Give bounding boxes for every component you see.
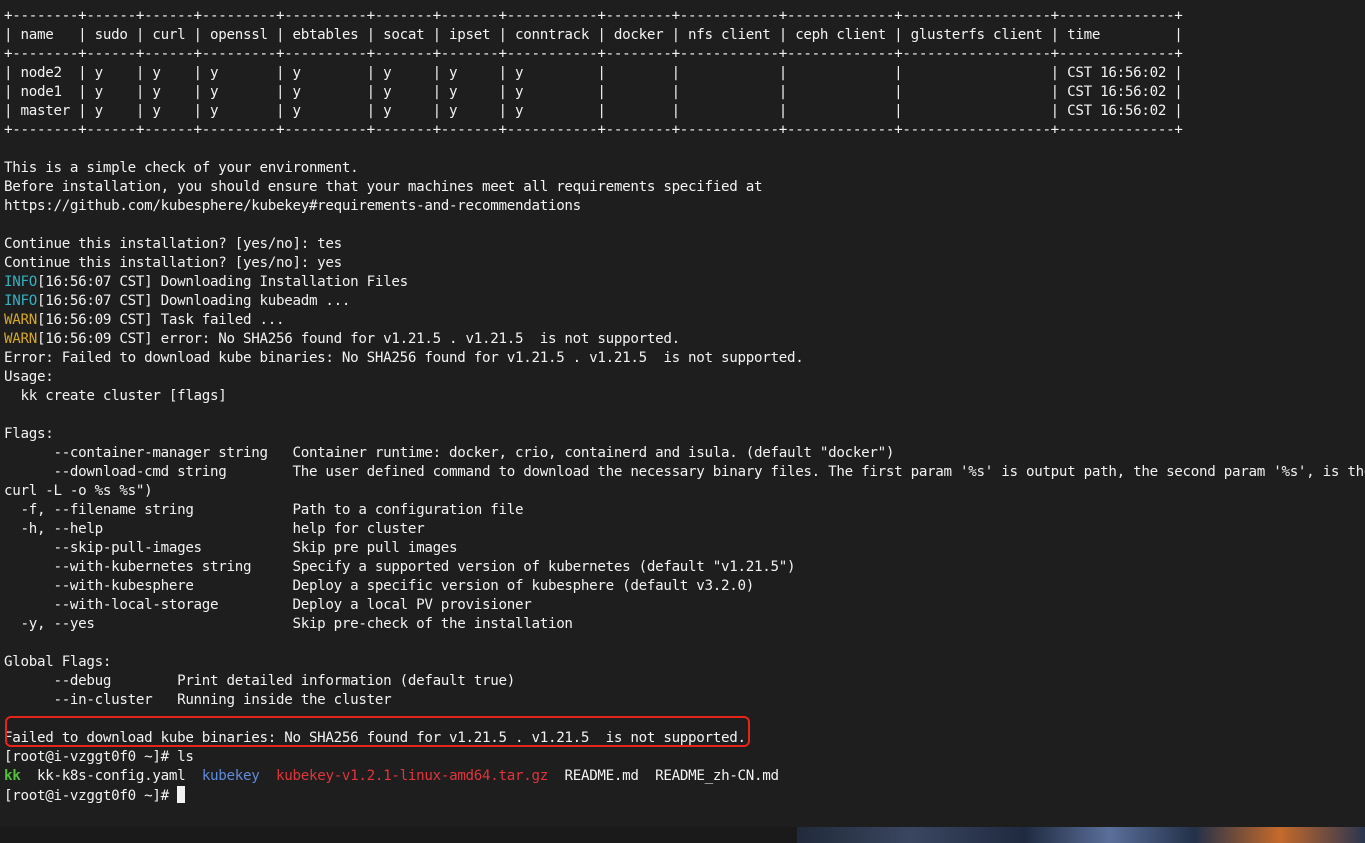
- file-entry[interactable]: kk: [4, 768, 21, 784]
- file-entry[interactable]: kk-k8s-config.yaml: [37, 768, 186, 784]
- output-line: --download-cmd string The user defined c…: [4, 463, 1365, 482]
- output-line: Error: Failed to download kube binaries:…: [4, 349, 1365, 368]
- output-text: Before installation, you should ensure t…: [4, 179, 763, 195]
- output-text: --download-cmd string The user defined c…: [4, 464, 1365, 480]
- log-level-tag: WARN: [4, 312, 37, 328]
- output-text: Flags:: [4, 426, 54, 442]
- prompt-line: [root@i-vzggt0f0 ~]# ls: [4, 748, 1365, 767]
- output-line: --debug Print detailed information (defa…: [4, 672, 1365, 691]
- output-line: This is a simple check of your environme…: [4, 159, 1365, 178]
- output-line: | master | y | y | y | y | y | y | y | |…: [4, 102, 1365, 121]
- output-line: --skip-pull-images Skip pre pull images: [4, 539, 1365, 558]
- output-line: https://github.com/kubesphere/kubekey#re…: [4, 197, 1365, 216]
- shell-prompt: [root@i-vzggt0f0 ~]#: [4, 788, 178, 804]
- wallpaper-image: [797, 827, 1365, 843]
- output-line: -f, --filename string Path to a configur…: [4, 501, 1365, 520]
- output-text: curl -L -o %s %s"): [4, 483, 153, 499]
- text-cursor: [177, 786, 186, 803]
- terminal-output: +--------+------+------+---------+------…: [4, 7, 1365, 805]
- output-text: --skip-pull-images Skip pre pull images: [4, 540, 458, 556]
- output-line: -h, --help help for cluster: [4, 520, 1365, 539]
- output-line: -y, --yes Skip pre-check of the installa…: [4, 615, 1365, 634]
- output-line: kk create cluster [flags]: [4, 387, 1365, 406]
- file-entry[interactable]: README_zh-CN.md: [655, 768, 779, 784]
- output-text: --with-local-storage Deploy a local PV p…: [4, 597, 532, 613]
- log-line: WARN[16:56:09 CST] error: No SHA256 foun…: [4, 330, 1365, 349]
- output-line: Usage:: [4, 368, 1365, 387]
- output-text: | master | y | y | y | y | y | y | y | |…: [4, 103, 1183, 119]
- output-text: +--------+------+------+---------+------…: [4, 122, 1183, 138]
- output-text: https://github.com/kubesphere/kubekey#re…: [4, 198, 581, 214]
- output-line: Global Flags:: [4, 653, 1365, 672]
- output-text: Continue this installation? [yes/no]: te…: [4, 236, 342, 252]
- log-message: [16:56:09 CST] error: No SHA256 found fo…: [36, 331, 680, 347]
- output-text: | node1 | y | y | y | y | y | y | y | | …: [4, 84, 1183, 100]
- log-message: [16:56:07 CST] Downloading Installation …: [36, 274, 408, 290]
- output-text: | node2 | y | y | y | y | y | y | y | | …: [4, 65, 1183, 81]
- desktop-background: [0, 827, 1365, 843]
- output-line: --in-cluster Running inside the cluster: [4, 691, 1365, 710]
- output-text: +--------+------+------+---------+------…: [4, 8, 1183, 24]
- output-line: --container-manager string Container run…: [4, 444, 1365, 463]
- log-level-tag: INFO: [4, 274, 37, 290]
- output-line: | node2 | y | y | y | y | y | y | y | | …: [4, 64, 1365, 83]
- log-line: WARN[16:56:09 CST] Task failed ...: [4, 311, 1365, 330]
- output-text: Continue this installation? [yes/no]: ye…: [4, 255, 342, 271]
- output-line: Continue this installation? [yes/no]: ye…: [4, 254, 1365, 273]
- output-text: --container-manager string Container run…: [4, 445, 895, 461]
- output-text: Error: Failed to download kube binaries:…: [4, 350, 804, 366]
- output-text: --in-cluster Running inside the cluster: [4, 692, 392, 708]
- file-entry[interactable]: kubekey: [202, 768, 260, 784]
- output-line: Before installation, you should ensure t…: [4, 178, 1365, 197]
- output-line: Continue this installation? [yes/no]: te…: [4, 235, 1365, 254]
- output-text: | name | sudo | curl | openssl | ebtable…: [4, 27, 1183, 43]
- file-entry[interactable]: kubekey-v1.2.1-linux-amd64.tar.gz: [276, 768, 548, 784]
- output-text: --with-kubernetes string Specify a suppo…: [4, 559, 796, 575]
- output-line: +--------+------+------+---------+------…: [4, 7, 1365, 26]
- output-line: | name | sudo | curl | openssl | ebtable…: [4, 26, 1365, 45]
- prompt-line: [root@i-vzggt0f0 ~]#: [4, 786, 1365, 805]
- output-line: curl -L -o %s %s"): [4, 482, 1365, 501]
- output-line: +--------+------+------+---------+------…: [4, 45, 1365, 64]
- output-line: --with-kubesphere Deploy a specific vers…: [4, 577, 1365, 596]
- output-text: -f, --filename string Path to a configur…: [4, 502, 524, 518]
- ls-output-line: kk kk-k8s-config.yaml kubekey kubekey-v1…: [4, 767, 1365, 786]
- log-message: [16:56:09 CST] Task failed ...: [36, 312, 285, 328]
- log-level-tag: WARN: [4, 331, 37, 347]
- output-text: --with-kubesphere Deploy a specific vers…: [4, 578, 754, 594]
- shell-prompt: [root@i-vzggt0f0 ~]#: [4, 749, 178, 765]
- error-highlight-box: [5, 716, 750, 747]
- log-message: [16:56:07 CST] Downloading kubeadm ...: [36, 293, 351, 309]
- command-text: ls: [177, 749, 194, 765]
- output-line: +--------+------+------+---------+------…: [4, 121, 1365, 140]
- log-line: INFO[16:56:07 CST] Downloading kubeadm .…: [4, 292, 1365, 311]
- terminal-window[interactable]: +--------+------+------+---------+------…: [0, 0, 1365, 827]
- output-line: | node1 | y | y | y | y | y | y | y | | …: [4, 83, 1365, 102]
- log-line: INFO[16:56:07 CST] Downloading Installat…: [4, 273, 1365, 292]
- output-text: -h, --help help for cluster: [4, 521, 425, 537]
- output-line: --with-local-storage Deploy a local PV p…: [4, 596, 1365, 615]
- output-line: Flags:: [4, 425, 1365, 444]
- output-text: This is a simple check of your environme…: [4, 160, 359, 176]
- output-text: Global Flags:: [4, 654, 112, 670]
- output-text: +--------+------+------+---------+------…: [4, 46, 1183, 62]
- output-text: kk create cluster [flags]: [4, 388, 227, 404]
- log-level-tag: INFO: [4, 293, 37, 309]
- output-line: --with-kubernetes string Specify a suppo…: [4, 558, 1365, 577]
- output-text: --debug Print detailed information (defa…: [4, 673, 515, 689]
- output-text: Usage:: [4, 369, 54, 385]
- output-text: -y, --yes Skip pre-check of the installa…: [4, 616, 573, 632]
- file-entry[interactable]: README.md: [564, 768, 638, 784]
